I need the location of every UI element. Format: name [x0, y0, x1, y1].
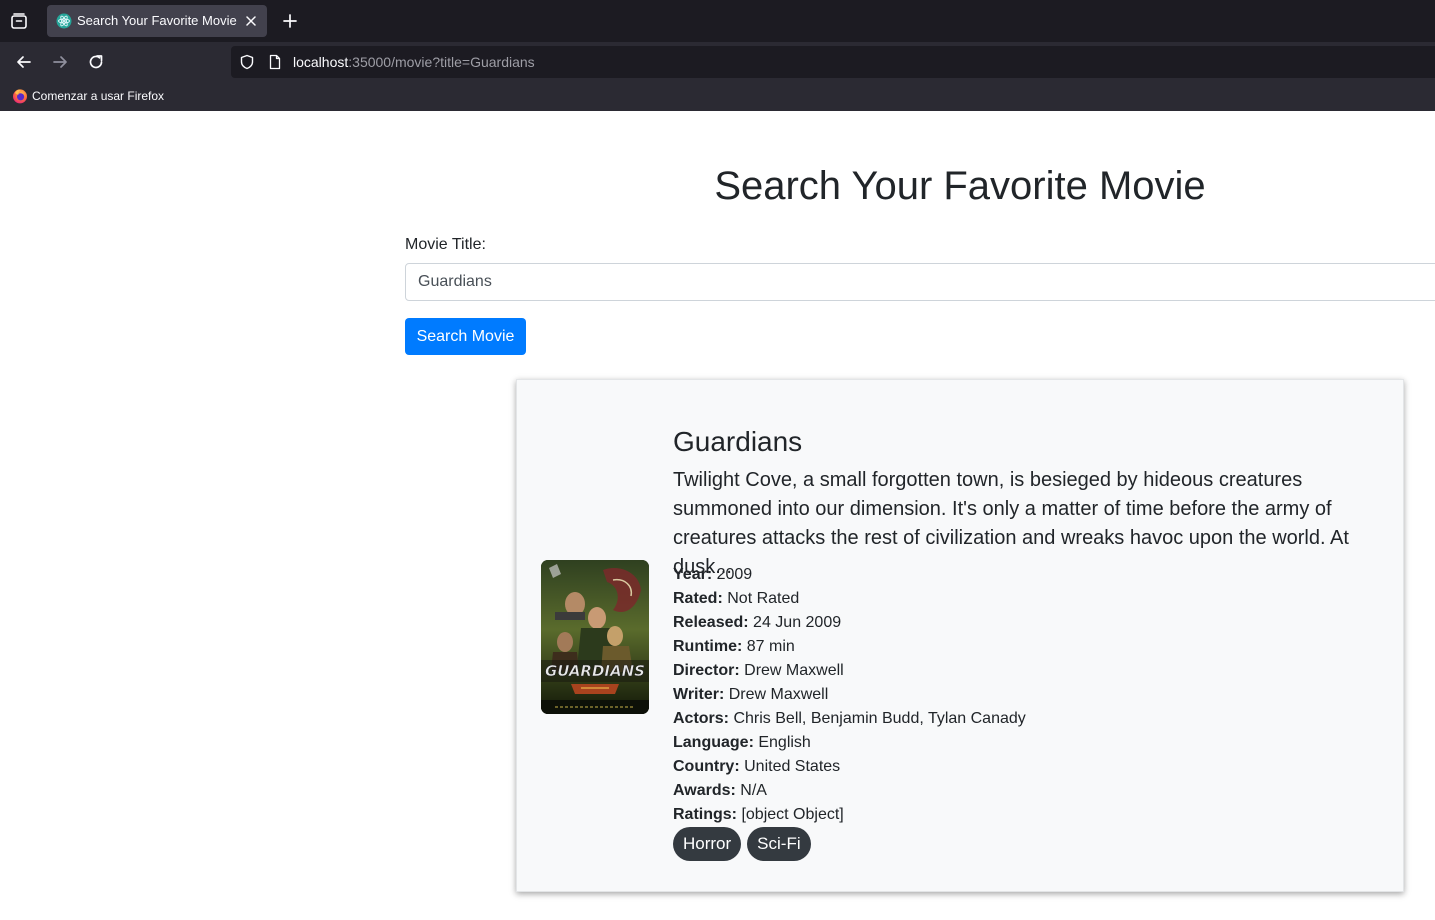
detail-value: English: [758, 734, 811, 751]
detail-rated: Rated: Not Rated: [673, 587, 1373, 611]
page-icon: [269, 54, 281, 70]
detail-value: 2009: [716, 566, 753, 583]
forward-arrow-icon[interactable]: [50, 52, 70, 72]
bookmark-label: Comenzar a usar Firefox: [32, 89, 165, 103]
tab-title: Search Your Favorite Movie: [77, 13, 237, 28]
detail-value: Drew Maxwell: [744, 662, 844, 679]
bookmarks-toolbar: Comenzar a usar Firefox: [0, 82, 1435, 111]
detail-label: Ratings:: [673, 806, 737, 823]
react-favicon-icon: [56, 13, 72, 29]
detail-writer: Writer: Drew Maxwell: [673, 683, 1373, 707]
genre-badge: Horror: [673, 827, 742, 861]
detail-value: N/A: [740, 782, 767, 799]
search-movie-button[interactable]: Search Movie: [405, 318, 526, 355]
reload-icon[interactable]: [86, 52, 106, 72]
genre-badges: Horror Sci-Fi: [673, 827, 817, 861]
detail-actors: Actors: Chris Bell, Benjamin Budd, Tylan…: [673, 707, 1373, 731]
close-icon[interactable]: [241, 11, 261, 31]
url-text[interactable]: localhost:35000/movie?title=Guardians: [293, 54, 535, 70]
detail-runtime: Runtime: 87 min: [673, 635, 1373, 659]
detail-label: Language:: [673, 734, 754, 751]
detail-awards: Awards: N/A: [673, 779, 1373, 803]
url-path: :35000/movie?title=Guardians: [348, 54, 535, 70]
url-host: localhost: [293, 54, 349, 70]
detail-director: Director: Drew Maxwell: [673, 659, 1373, 683]
browser-chrome: Search Your Favorite Movie localhost:350…: [0, 0, 1435, 111]
genre-badge: Sci-Fi: [747, 827, 811, 861]
plus-icon[interactable]: [280, 11, 300, 31]
page-title: Search Your Favorite Movie: [714, 164, 1206, 208]
movie-title: Guardians: [673, 426, 803, 457]
movie-details: Year: 2009 Rated: Not Rated Released: 24…: [673, 563, 1373, 827]
movie-card: GUARDIANS Guardians Twilight Cove, a sma…: [516, 379, 1404, 892]
detail-year: Year: 2009: [673, 563, 1373, 587]
detail-label: Rated:: [673, 590, 723, 607]
detail-language: Language: English: [673, 731, 1373, 755]
tab-strip: Search Your Favorite Movie: [0, 0, 1435, 42]
detail-country: Country: United States: [673, 755, 1373, 779]
navigation-toolbar: localhost:35000/movie?title=Guardians: [0, 42, 1435, 82]
address-bar[interactable]: localhost:35000/movie?title=Guardians: [231, 46, 1435, 78]
detail-label: Director:: [673, 662, 740, 679]
detail-value: Drew Maxwell: [728, 686, 829, 703]
detail-label: Runtime:: [673, 638, 743, 655]
detail-value: [object Object]: [741, 806, 844, 823]
detail-value: Not Rated: [727, 590, 800, 607]
detail-released: Released: 24 Jun 2009: [673, 611, 1373, 635]
detail-value: 24 Jun 2009: [753, 614, 842, 631]
detail-ratings: Ratings: [object Object]: [673, 803, 1373, 827]
detail-value: United States: [744, 758, 841, 775]
movie-title-input[interactable]: [405, 263, 1435, 301]
detail-label: Awards:: [673, 782, 736, 799]
detail-label: Actors:: [673, 710, 730, 727]
movie-title-label: Movie Title:: [405, 236, 486, 253]
detail-label: Released:: [673, 614, 749, 631]
detail-label: Year:: [673, 566, 713, 583]
detail-label: Writer:: [673, 686, 725, 703]
firefox-icon: [13, 89, 27, 104]
detail-value: 87 min: [746, 638, 795, 655]
active-tab[interactable]: Search Your Favorite Movie: [47, 5, 267, 37]
movie-poster: GUARDIANS: [541, 560, 649, 714]
tab-overview-icon[interactable]: [9, 11, 29, 31]
shield-icon[interactable]: [239, 54, 255, 70]
detail-label: Country:: [673, 758, 740, 775]
back-arrow-icon[interactable]: [14, 52, 34, 72]
detail-value: Chris Bell, Benjamin Budd, Tylan Canady: [733, 710, 1026, 727]
poster-title-text: GUARDIANS: [545, 662, 645, 680]
